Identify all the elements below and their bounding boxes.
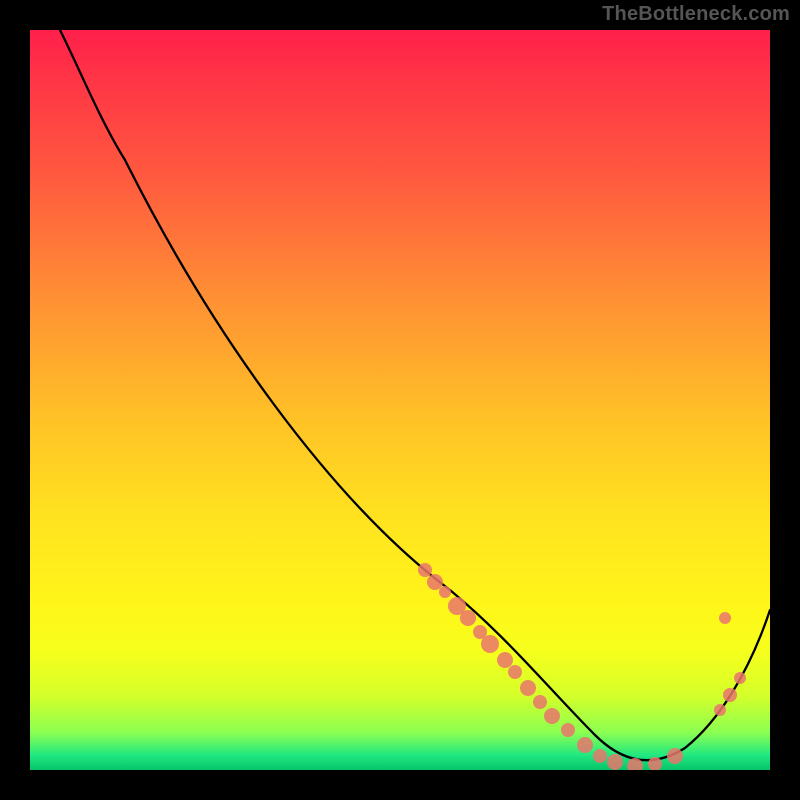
curve-marker [418,563,432,577]
curve-marker [439,586,451,598]
curve-marker [497,652,513,668]
curve-marker [508,665,522,679]
curve-marker [667,748,683,764]
curve-marker [714,704,726,716]
curve-marker [520,680,536,696]
curve-marker [481,635,499,653]
curve-marker [544,708,560,724]
curve-marker [561,723,575,737]
plot-area [30,30,770,770]
curve-marker [577,737,593,753]
chart-svg [30,30,770,770]
curve-marker [723,688,737,702]
watermark-text: TheBottleneck.com [602,3,790,26]
curve-marker [734,672,746,684]
curve-marker [460,610,476,626]
curve-marker [533,695,547,709]
curve-marker [593,749,607,763]
curve-marker [427,574,443,590]
bottleneck-curve [60,30,770,760]
curve-marker [719,612,731,624]
chart-frame: TheBottleneck.com [0,0,800,800]
curve-marker [607,754,623,770]
